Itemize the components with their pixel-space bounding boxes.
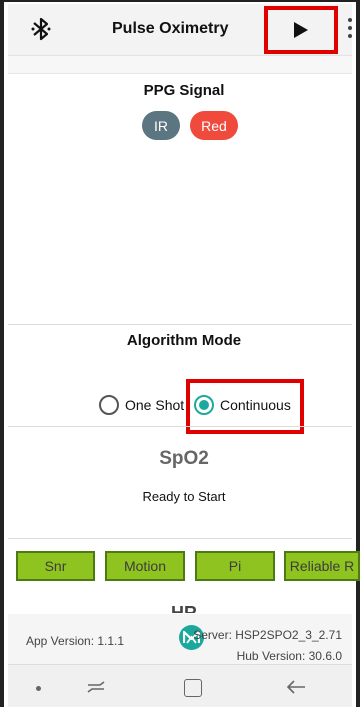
nav-dot-icon[interactable] <box>36 686 41 691</box>
back-arrow-icon[interactable] <box>286 679 306 695</box>
radio-continuous-label: Continuous <box>220 397 291 413</box>
hr-title: HR <box>171 603 197 613</box>
divider <box>8 426 352 427</box>
spo2-title: SpO2 <box>159 448 209 469</box>
red-chip[interactable]: Red <box>190 111 238 140</box>
divider <box>8 538 352 539</box>
footer: App Version: 1.1.1 Server: HSP2SPO2_3_2.… <box>8 614 352 664</box>
recent-apps-icon[interactable] <box>86 679 106 695</box>
more-vertical-icon[interactable] <box>348 18 354 40</box>
system-nav-bar <box>8 664 352 707</box>
spo2-status: Ready to Start <box>142 489 226 504</box>
radio-one-shot-label: One Shot <box>125 397 185 413</box>
reliable-r-button[interactable]: Reliable R <box>284 551 360 581</box>
play-icon <box>294 22 308 38</box>
snr-button[interactable]: Snr <box>16 551 95 581</box>
app-bar: Pulse Oximetry <box>8 4 352 56</box>
ppg-chart-area <box>8 148 352 324</box>
radio-continuous[interactable]: Continuous <box>194 394 291 416</box>
page-title: Pulse Oximetry <box>112 20 229 37</box>
pi-button[interactable]: Pi <box>195 551 275 581</box>
divider <box>8 324 352 325</box>
bluetooth-icon[interactable] <box>30 16 52 42</box>
app-window: Pulse Oximetry PPG Signal IR Red Algorit… <box>0 0 360 707</box>
server-version: Server: HSP2SPO2_3_2.71 <box>193 628 342 642</box>
play-button[interactable] <box>264 6 338 54</box>
top-strip <box>8 56 352 74</box>
hub-version: Hub Version: 30.6.0 <box>236 649 342 663</box>
algorithm-mode-title: Algorithm Mode <box>126 332 242 349</box>
motion-button[interactable]: Motion <box>105 551 185 581</box>
app-version: App Version: 1.1.1 <box>26 634 125 648</box>
radio-checked-icon <box>194 395 214 415</box>
ir-chip[interactable]: IR <box>142 111 180 140</box>
ppg-title: PPG Signal <box>143 82 225 99</box>
home-icon[interactable] <box>184 679 202 697</box>
radio-unchecked-icon <box>99 395 119 415</box>
radio-one-shot[interactable]: One Shot <box>99 394 184 416</box>
